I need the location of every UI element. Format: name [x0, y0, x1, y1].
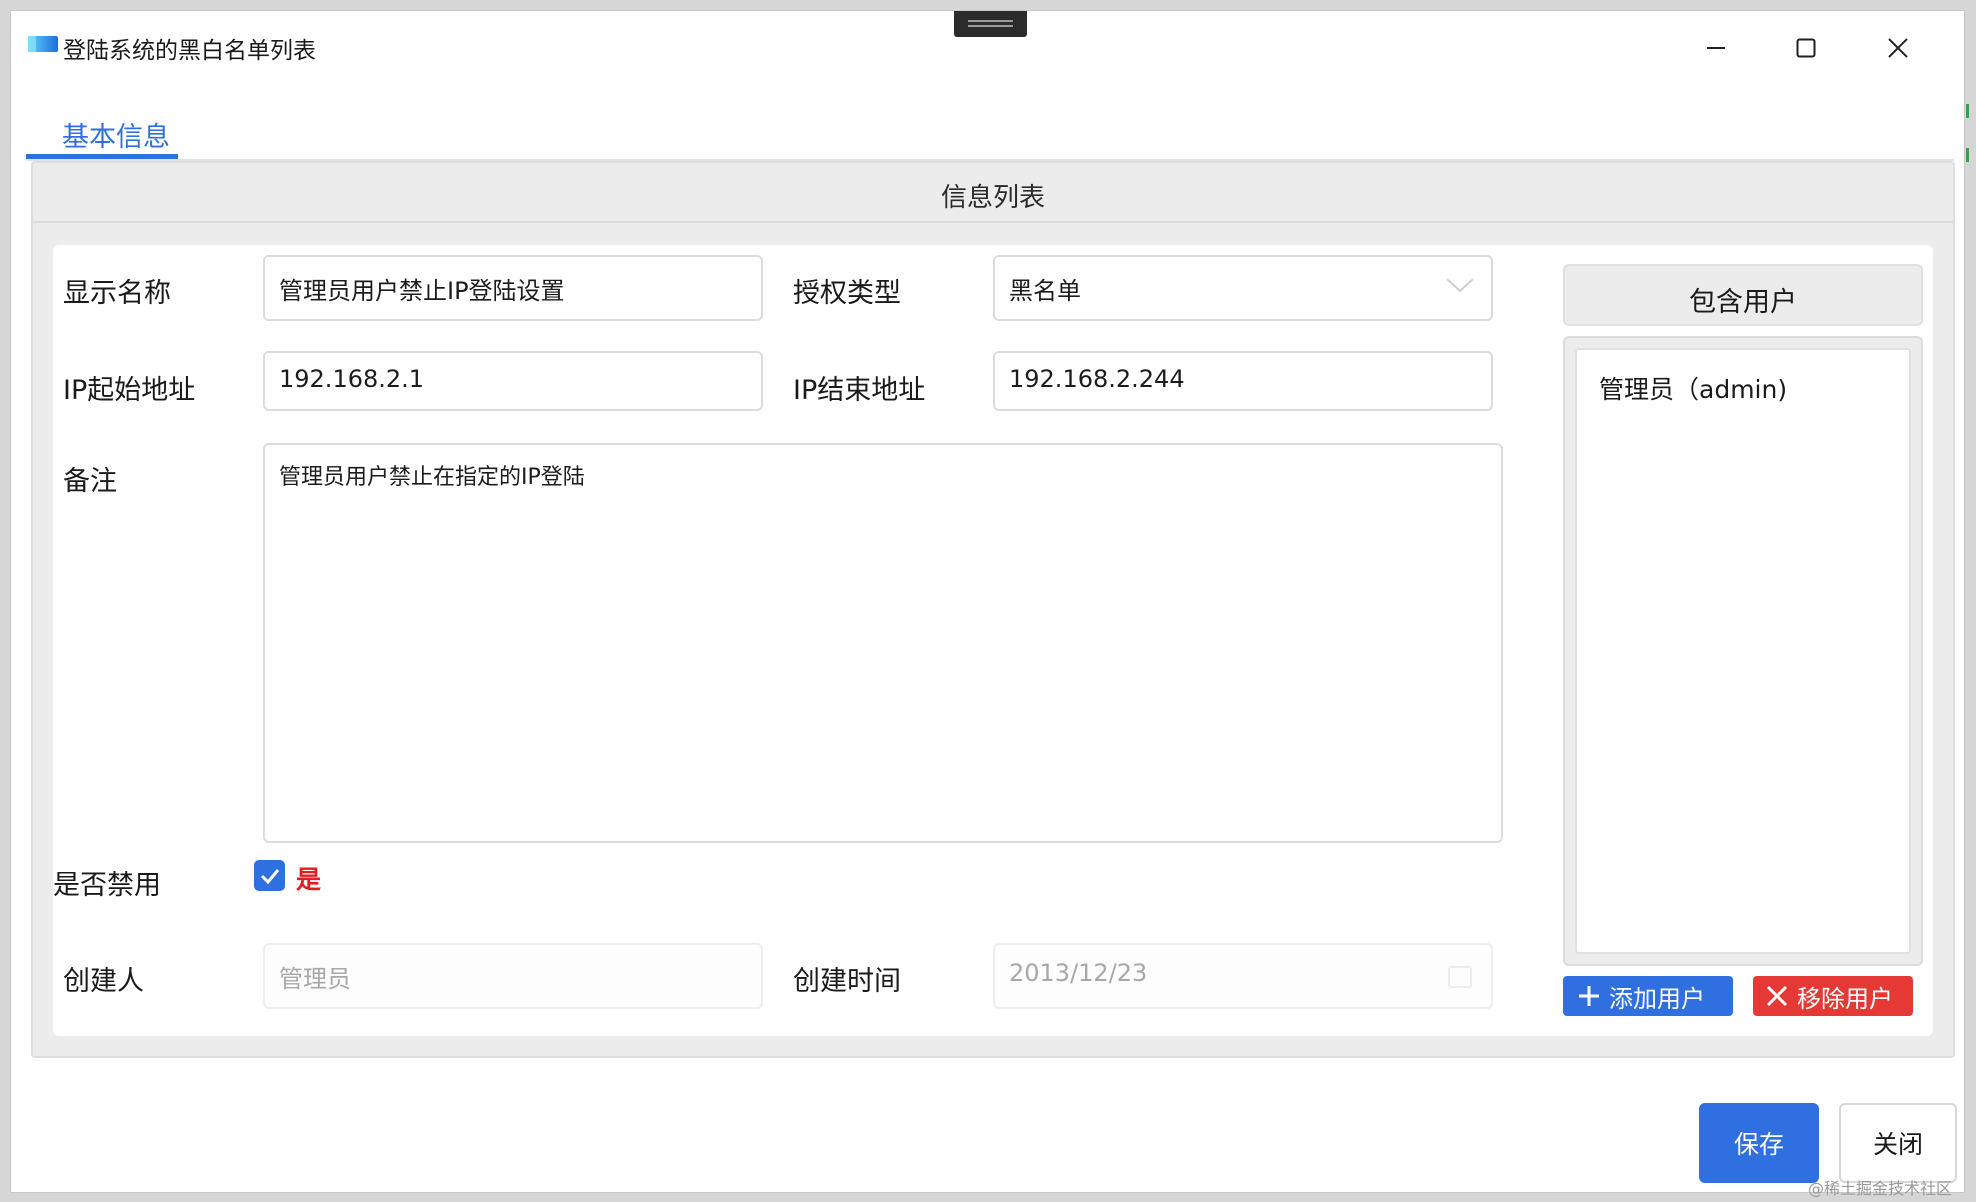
- drag-handle[interactable]: [954, 11, 1027, 37]
- users-list-container: 管理员（admin): [1563, 336, 1923, 966]
- save-button[interactable]: 保存: [1699, 1103, 1819, 1183]
- checkmark-icon: [260, 868, 279, 884]
- users-header-label: 包含用户: [1689, 287, 1797, 318]
- minimize-button[interactable]: [1681, 19, 1751, 77]
- watermark: @稀土掘金技术社区: [1808, 1179, 1953, 1198]
- close-window-button[interactable]: [1863, 19, 1933, 77]
- users-list[interactable]: 管理员（admin): [1575, 348, 1911, 954]
- remove-user-label: 移除用户: [1797, 984, 1893, 1013]
- display-name-label: 显示名称: [63, 278, 171, 309]
- ip-end-value: 192.168.2.244: [1009, 365, 1185, 393]
- window-title: 登陆系统的黑白名单列表: [63, 38, 316, 64]
- display-name-value: 管理员用户禁止IP登陆设置: [279, 277, 565, 305]
- plus-icon: [1579, 986, 1599, 1006]
- created-time-value: 2013/12/23: [1009, 959, 1148, 987]
- remark-value: 管理员用户禁止在指定的IP登陆: [279, 465, 585, 490]
- disabled-checkbox-label: 是: [296, 865, 322, 894]
- app-icon: [27, 33, 59, 55]
- list-item[interactable]: 管理员（admin): [1599, 370, 1787, 406]
- remark-textarea[interactable]: 管理员用户禁止在指定的IP登陆: [263, 443, 1503, 843]
- close-button[interactable]: 关闭: [1839, 1103, 1957, 1183]
- ip-end-input[interactable]: 192.168.2.244: [993, 351, 1493, 411]
- tab-basic-info[interactable]: 基本信息: [26, 101, 178, 159]
- remove-user-button[interactable]: 移除用户: [1753, 976, 1913, 1016]
- ip-start-label: IP起始地址: [63, 375, 196, 406]
- creator-label: 创建人: [63, 966, 144, 997]
- panel-header: 信息列表: [33, 163, 1953, 223]
- auth-type-value: 黑名单: [1009, 277, 1081, 305]
- auth-type-label: 授权类型: [793, 278, 901, 309]
- creator-input: 管理员: [263, 943, 763, 1009]
- maximize-icon: [1796, 38, 1816, 58]
- save-label: 保存: [1733, 1130, 1784, 1159]
- maximize-button[interactable]: [1771, 19, 1841, 77]
- created-time-label: 创建时间: [793, 966, 901, 997]
- ip-start-value: 192.168.2.1: [279, 365, 425, 393]
- panel-title: 信息列表: [940, 183, 1045, 213]
- close-icon: [1766, 985, 1788, 1007]
- users-header: 包含用户: [1563, 264, 1923, 326]
- remark-label: 备注: [63, 466, 117, 497]
- edge-marker: [1966, 104, 1969, 118]
- edge-marker: [1966, 148, 1969, 162]
- chevron-down-icon: [1446, 278, 1474, 293]
- tab-label: 基本信息: [62, 122, 170, 153]
- disabled-checkbox[interactable]: [254, 860, 285, 891]
- add-user-label: 添加用户: [1609, 984, 1705, 1013]
- calendar-icon: [1448, 966, 1472, 988]
- minimize-icon: [1707, 47, 1725, 49]
- display-name-input[interactable]: 管理员用户禁止IP登陆设置: [263, 255, 763, 321]
- close-label: 关闭: [1872, 1130, 1923, 1159]
- add-user-button[interactable]: 添加用户: [1563, 976, 1733, 1016]
- disabled-label: 是否禁用: [53, 870, 161, 901]
- ip-start-input[interactable]: 192.168.2.1: [263, 351, 763, 411]
- ip-end-label: IP结束地址: [793, 375, 926, 406]
- creator-value: 管理员: [279, 965, 351, 993]
- dialog-window: 登陆系统的黑白名单列表 基本信息 信息列表 显示名称 管理员用户禁止IP登陆设置…: [10, 10, 1965, 1193]
- close-icon: [1888, 38, 1908, 58]
- created-time-input: 2013/12/23: [993, 943, 1493, 1009]
- auth-type-select[interactable]: 黑名单: [993, 255, 1493, 321]
